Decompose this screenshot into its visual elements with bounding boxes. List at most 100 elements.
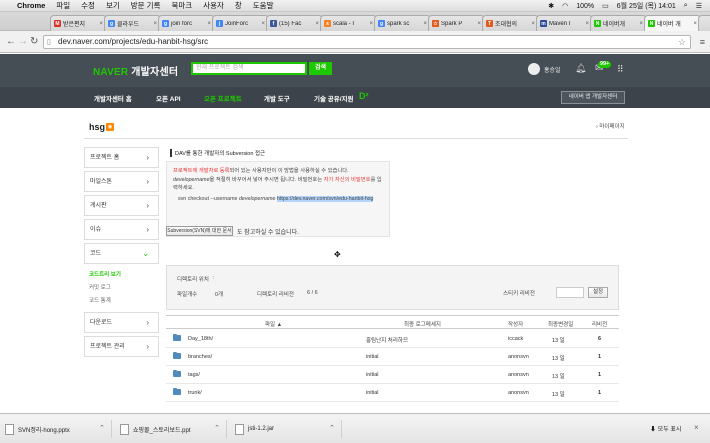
sidebar-subitem-code-tree[interactable]: 코드트리 보기 [89, 270, 121, 278]
d2-logo[interactable]: D² [359, 91, 369, 101]
rss-icon[interactable]: ◉ [106, 123, 114, 131]
reload-icon[interactable]: ↻ [30, 36, 38, 47]
back-icon[interactable]: ← [6, 36, 16, 47]
sidebar-item-code[interactable]: 코드 ⌄ [84, 243, 159, 264]
tab-5[interactable]: s scala - I × [320, 15, 377, 31]
file-name-link[interactable]: branches/ [188, 354, 212, 360]
download-item[interactable]: SVN정리-hong.pptx ⌃ [2, 420, 112, 438]
chevron-up-icon[interactable]: ⌃ [214, 424, 220, 432]
user-menu[interactable]: 홍승일 [528, 63, 561, 75]
file-name-link[interactable]: trunk/ [188, 390, 202, 396]
sidebar-item-project-home[interactable]: 프로젝트 홈 › [84, 147, 159, 168]
menu-history[interactable]: 방문 기록 [131, 0, 161, 11]
download-item[interactable]: jsti-1.2.jar ⌃ [232, 420, 342, 438]
close-tab-icon[interactable]: × [369, 21, 373, 27]
close-tab-icon[interactable]: × [693, 21, 697, 27]
svn-doc-button[interactable]: Subversion(SVN)에 대한 문서 [166, 226, 233, 236]
close-tab-icon[interactable]: × [153, 21, 157, 27]
tab-3[interactable]: j JoinForc × [212, 15, 269, 31]
tab-7[interactable]: ☆ Spark P × [428, 15, 485, 31]
folder-icon[interactable] [173, 352, 181, 359]
wifi-icon[interactable]: ◠ [562, 2, 568, 10]
tab-6[interactable]: g spark sc × [374, 15, 431, 31]
chevron-up-icon[interactable]: ⌃ [329, 424, 335, 432]
close-tab-icon[interactable]: × [423, 21, 427, 27]
menu-window[interactable]: 창 [235, 0, 242, 11]
close-tab-icon[interactable]: × [639, 21, 643, 27]
revision: 1 [598, 354, 602, 360]
folder-icon[interactable] [173, 370, 181, 377]
menu-bookmarks[interactable]: 북마크 [171, 0, 192, 11]
close-tab-icon[interactable]: × [99, 21, 103, 27]
th-author[interactable]: 작성자 [508, 320, 523, 328]
close-tab-icon[interactable]: × [207, 21, 211, 27]
sidebar-subitem-commit-log[interactable]: 커밋 로그 [89, 283, 111, 291]
menu-people[interactable]: 사용자 [203, 0, 224, 11]
battery-icon[interactable]: ▭ [602, 2, 609, 10]
gnb-tech-share[interactable]: 기술 공유/지원 [314, 93, 354, 103]
tab-8[interactable]: T 조대협의 × [482, 15, 539, 31]
notice-red-1[interactable]: 프로젝트에 개발자로 등록 [173, 168, 230, 174]
download-item[interactable]: 쇼핑몰_스토리보드.ppt ⌃ [117, 420, 227, 438]
gnb-open-api[interactable]: 오픈 API [156, 93, 181, 103]
tab-0[interactable]: M 받은편지 × [50, 15, 107, 31]
gnb-open-project[interactable]: 오픈 프로젝트 [204, 93, 242, 103]
chevron-up-icon[interactable]: ⌃ [99, 424, 105, 432]
sidebar-item-milestone[interactable]: 마일스톤 › [84, 171, 159, 192]
naver-app-dev-center-button[interactable]: 네이버 앱 개발자센터 [561, 91, 625, 104]
chevron-right-icon: › [146, 201, 149, 210]
gnb-dev-center-home[interactable]: 개발자센터 홈 [94, 93, 132, 103]
menu-file[interactable]: 파일 [56, 0, 70, 11]
new-tab-button[interactable] [698, 15, 710, 31]
menu-edit[interactable]: 수정 [81, 0, 95, 11]
file-name-link[interactable]: tags/ [188, 372, 200, 378]
forward-icon[interactable]: → [18, 36, 28, 47]
th-log[interactable]: 최종 로그메세지 [404, 320, 441, 328]
close-tab-icon[interactable]: × [585, 21, 589, 27]
close-tab-icon[interactable]: × [531, 21, 535, 27]
gnb-dev-tools[interactable]: 개발 도구 [264, 93, 290, 103]
sidebar-item-board[interactable]: 게시판 › [84, 195, 159, 216]
naver-dev-logo[interactable]: NAVER 개발자센터 [93, 63, 178, 78]
show-all-downloads-button[interactable]: ⬇ 모두 표시 [650, 424, 681, 433]
set-revision-button[interactable]: 설정 [588, 287, 608, 298]
menu-help[interactable]: 도움말 [253, 0, 274, 11]
project-search-input[interactable]: 현재 프로젝트 검색 [191, 62, 307, 75]
tab-2[interactable]: g join forc × [158, 15, 215, 31]
close-icon[interactable]: × [694, 423, 699, 432]
sticky-rev-input[interactable] [556, 287, 584, 298]
tab-4[interactable]: f (15) Fac × [266, 15, 323, 31]
sidebar-item-project-admin[interactable]: 프로젝트 관리 › [84, 336, 159, 357]
tab-9[interactable]: m Maven I × [536, 15, 593, 31]
mypage-link[interactable]: › 마이페이지 [596, 122, 625, 130]
bell-icon[interactable]: 🔔︎ [575, 63, 586, 74]
tab-11[interactable]: N 네이버 개 × [644, 15, 701, 31]
sidebar-item-download[interactable]: 다운로드 › [84, 312, 159, 333]
th-date[interactable]: 최종변경일 [548, 320, 573, 328]
chrome-menu-icon[interactable]: ≡ [700, 37, 705, 47]
datetime[interactable]: 6월 25일 (목) 14:01 [617, 1, 676, 11]
close-tab-icon[interactable]: × [315, 21, 319, 27]
list-icon[interactable]: ☰ [696, 2, 702, 10]
menu-view[interactable]: 보기 [106, 0, 120, 11]
tab-10[interactable]: N 네이버개 × [590, 15, 647, 31]
search-icon[interactable]: ⌕ [684, 2, 688, 10]
close-tab-icon[interactable]: × [261, 21, 265, 27]
tab-1[interactable]: g 클라우드 × [104, 15, 161, 31]
search-button[interactable]: 검색 [309, 62, 332, 75]
url-input[interactable]: ▯ dev.naver.com/projects/edu-hanbit-hsg/… [43, 35, 691, 49]
close-tab-icon[interactable]: × [477, 21, 481, 27]
folder-icon[interactable] [173, 334, 181, 341]
sidebar-subitem-code-stats[interactable]: 코드 통계 [89, 296, 111, 304]
apps-grid-icon[interactable]: ⠿ [617, 64, 624, 75]
log-message: initial [366, 372, 379, 378]
svn-command[interactable]: svn checkout --username developername ht… [173, 195, 383, 204]
th-rev[interactable]: 리비전 [592, 320, 607, 328]
th-file[interactable]: 파일 ▲ [265, 320, 282, 328]
folder-icon[interactable] [173, 388, 181, 395]
bluetooth-icon[interactable]: ✱ [548, 2, 554, 10]
app-menu-chrome[interactable]: Chrome [17, 1, 45, 10]
bookmark-star-icon[interactable]: ☆ [678, 36, 686, 48]
sidebar-item-issue[interactable]: 이슈 › [84, 219, 159, 240]
file-name-link[interactable]: Day_18th/ [188, 336, 213, 342]
